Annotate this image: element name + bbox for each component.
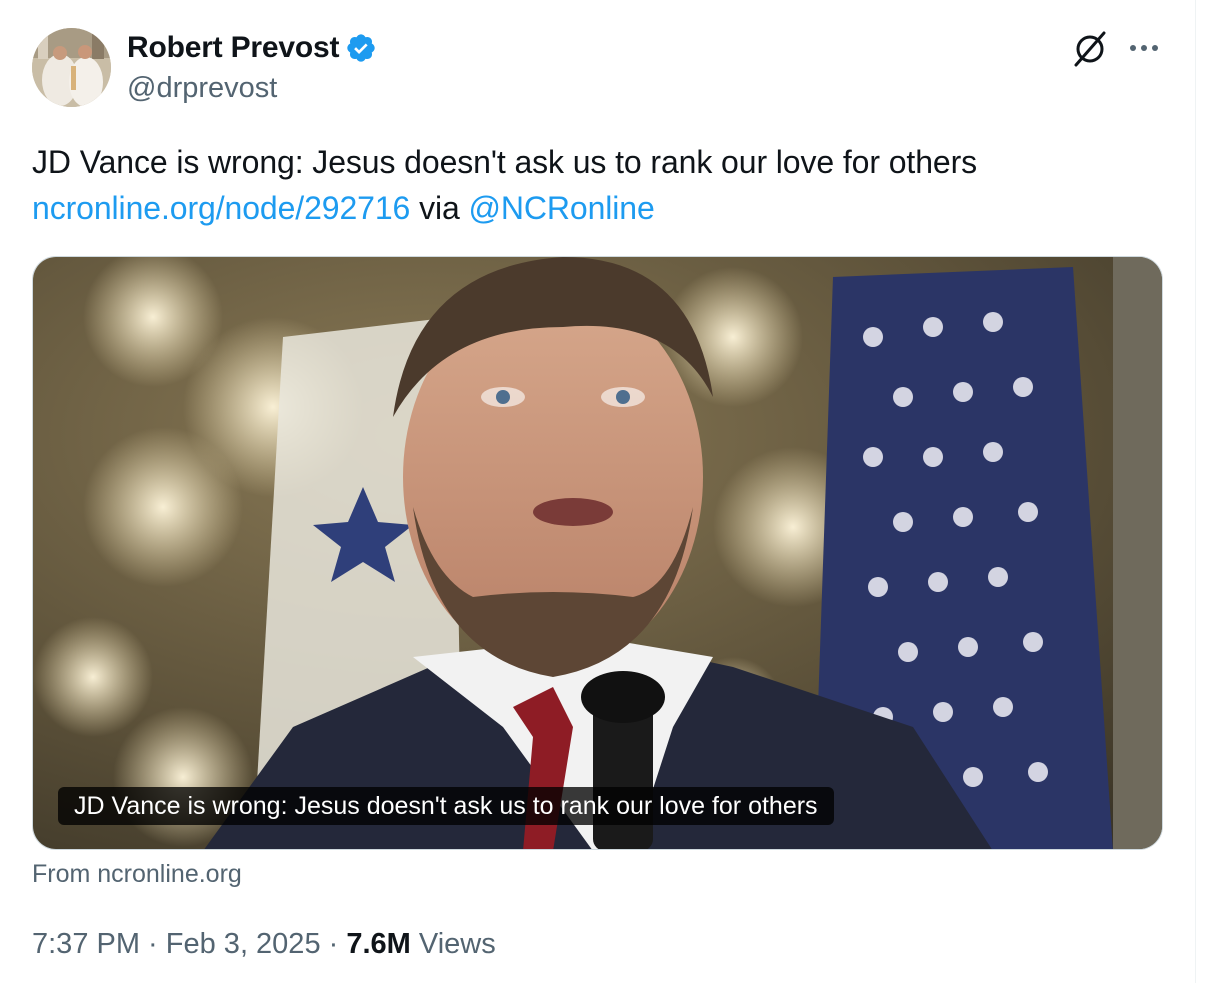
- tweet-text: JD Vance is wrong: Jesus doesn't ask us …: [32, 139, 1162, 231]
- grok-button[interactable]: [1070, 29, 1110, 69]
- author-avatar[interactable]: [32, 28, 111, 107]
- tweet: Robert Prevost @drprevost JD Vance is wr…: [0, 0, 1195, 983]
- tweet-via: via: [419, 190, 460, 226]
- grok-icon: [1074, 31, 1106, 67]
- card-source[interactable]: From ncronline.org: [32, 860, 242, 889]
- meta-separator: ·: [140, 928, 166, 960]
- tweet-time[interactable]: 7:37 PM: [32, 928, 140, 961]
- link-card[interactable]: JD Vance is wrong: Jesus doesn't ask us …: [32, 256, 1163, 850]
- author-handle[interactable]: @drprevost: [127, 72, 277, 105]
- card-caption: JD Vance is wrong: Jesus doesn't ask us …: [58, 787, 834, 825]
- meta-separator: ·: [320, 928, 347, 960]
- views-count[interactable]: 7.6M: [346, 928, 410, 961]
- tweet-date[interactable]: Feb 3, 2025: [166, 928, 321, 961]
- card-image: [33, 257, 1162, 849]
- more-button[interactable]: [1124, 30, 1164, 66]
- timeline-border: [1195, 0, 1196, 983]
- tweet-link[interactable]: ncronline.org/node/292716: [32, 190, 410, 226]
- tweet-body: JD Vance is wrong: Jesus doesn't ask us …: [32, 144, 978, 180]
- author-name-row[interactable]: Robert Prevost: [127, 30, 377, 66]
- avatar-photo: [32, 28, 111, 107]
- verified-badge-icon: [347, 34, 375, 62]
- more-icon: [1130, 45, 1158, 51]
- tweet-mention[interactable]: @NCRonline: [468, 190, 654, 226]
- tweet-meta: 7:37 PM · Feb 3, 2025 · 7.6M Views: [32, 928, 496, 961]
- author-name: Robert Prevost: [127, 31, 340, 64]
- views-label: Views: [410, 928, 496, 960]
